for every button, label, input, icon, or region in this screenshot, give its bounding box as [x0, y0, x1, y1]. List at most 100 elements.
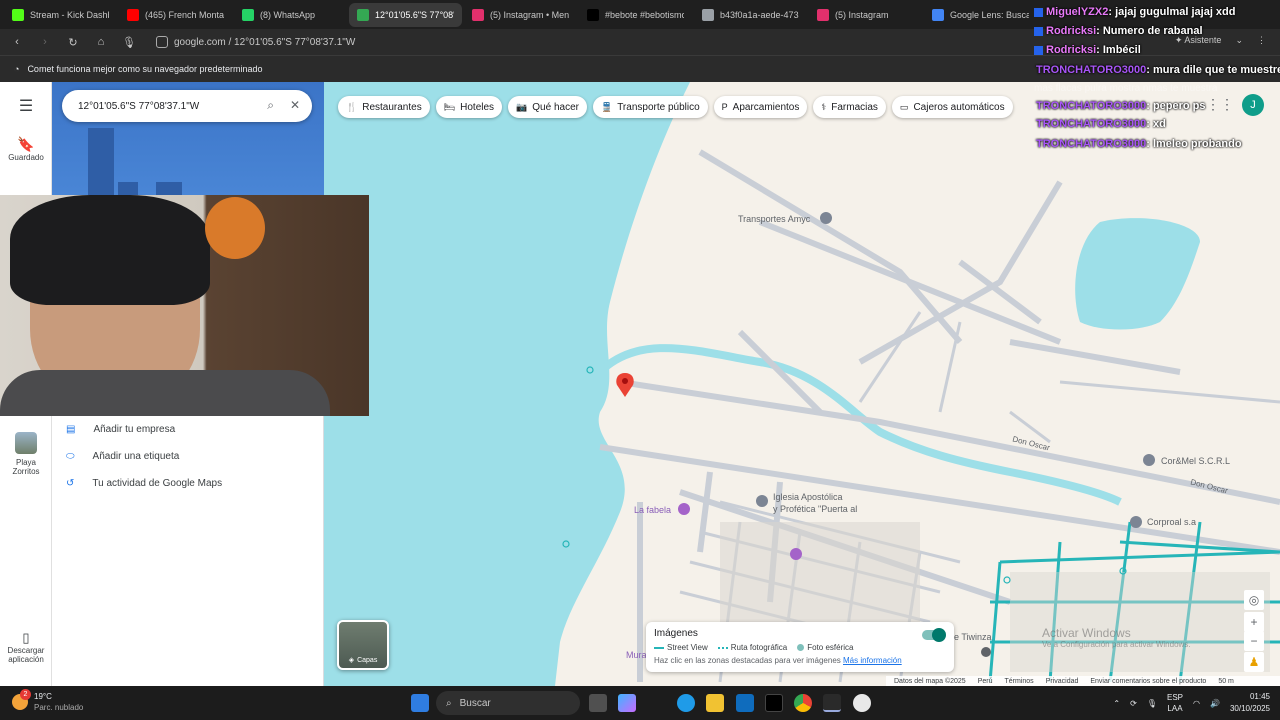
download-app-button[interactable]: ▯ Descargar aplicación — [0, 630, 52, 664]
place-iglesia-line2[interactable]: y Profética "Puerta al — [773, 504, 857, 514]
whatsapp-icon — [242, 8, 254, 21]
chevron-up-icon[interactable]: ⌃ — [1113, 699, 1120, 708]
tab-label: (5) Instagram — [835, 9, 889, 20]
browser-tab[interactable]: (465) French Montana — [119, 3, 232, 27]
menu-icon[interactable]: ☰ — [0, 96, 52, 116]
chip-label: Cajeros automáticos — [913, 101, 1005, 113]
wifi-icon[interactable]: ◠ — [1193, 699, 1200, 708]
add-business-item[interactable]: ▤ Añadir tu empresa — [66, 424, 175, 435]
chip-parking[interactable]: P Aparcamientos — [713, 96, 808, 118]
comet-icon[interactable] — [823, 694, 841, 712]
site-info-icon[interactable] — [156, 36, 168, 48]
zoom-out-button[interactable]: − — [1244, 631, 1264, 651]
chip-label: Aparcamientos — [732, 101, 800, 113]
task-view-icon[interactable] — [589, 694, 607, 712]
search-icon[interactable]: ⌕ — [267, 98, 274, 113]
clock[interactable]: 01:45 30/10/2025 — [1230, 691, 1270, 715]
chrome-icon[interactable] — [794, 694, 812, 712]
weather-widget[interactable]: 2 19°C Parc. nublado — [12, 689, 83, 713]
maps-search-box[interactable]: 12°01'05.6"S 77°08'37.1"W ⌕ ✕ — [62, 90, 312, 122]
place-tiwinza[interactable]: e Tiwinza — [954, 632, 992, 642]
person-hair — [10, 195, 210, 305]
apps-grid-icon[interactable]: ⋮⋮ — [1206, 94, 1234, 114]
chat-username: TRONCHATORO3000 — [1036, 100, 1147, 112]
footer-link[interactable]: Enviar comentarios sobre el producto — [1090, 678, 1206, 685]
chat-faded-text: mas flacas pulra mostra nmas te muestra — [1034, 83, 1218, 94]
add-business-icon: ▤ — [66, 424, 76, 435]
chat-text: : Imbécil — [1096, 44, 1141, 56]
back-icon[interactable]: ‹ — [10, 35, 24, 49]
layers-icon: ◈ — [348, 657, 355, 664]
atm-icon: ▭ — [899, 101, 909, 112]
chip-pharmacy[interactable]: ⚕ Farmacias — [813, 96, 886, 118]
infobar-text: Comet funciona mejor como su navegador p… — [27, 64, 263, 74]
chip-train[interactable]: 🚆 Transporte público — [592, 96, 708, 118]
tiktok-icon[interactable] — [765, 694, 783, 712]
browser-tab[interactable]: (5) Instagram • Mensa — [464, 3, 577, 27]
tab-label: (5) Instagram • Mensa — [490, 9, 569, 20]
outlook-icon[interactable] — [736, 694, 754, 712]
menu-chevron-icon[interactable]: ⌄ — [1235, 35, 1243, 46]
pegman-icon[interactable]: ♟ — [1244, 652, 1264, 672]
saved-button[interactable]: 🔖 Guardado — [0, 136, 52, 162]
place-transportes-amyc[interactable]: Transportes Amyc — [738, 214, 810, 224]
close-icon[interactable]: ✕ — [290, 98, 300, 112]
footer-link[interactable]: Perú — [978, 678, 993, 685]
browser-tab[interactable]: (5) Instagram — [809, 3, 922, 27]
url-field[interactable]: google.com / 12°01'05.6"S 77°08'37.1"W — [156, 36, 355, 48]
footer-link[interactable]: Privacidad — [1046, 678, 1079, 685]
chip-atm[interactable]: ▭ Cajeros automáticos — [891, 96, 1013, 118]
account-avatar[interactable]: J — [1242, 94, 1264, 116]
place-iglesia-line1[interactable]: Iglesia Apostólica — [773, 492, 843, 502]
browser-tab[interactable]: b43f0a1a-aede-473b-a — [694, 3, 807, 27]
maps-icon — [357, 8, 369, 21]
forward-icon[interactable]: › — [38, 35, 52, 49]
chip-hotel[interactable]: 🛏 Hoteles — [435, 96, 503, 118]
footer-link[interactable]: Datos del mapa ©2025 — [894, 678, 966, 685]
layers-button[interactable]: ◈ Capas — [337, 620, 389, 670]
place-la-fabela[interactable]: La fabela — [634, 505, 671, 515]
edge-icon[interactable] — [677, 694, 695, 712]
language-indicator[interactable]: ESP LAA — [1167, 692, 1183, 714]
search-input[interactable]: 12°01'05.6"S 77°08'37.1"W — [78, 101, 199, 112]
my-location-icon[interactable]: ◎ — [1244, 590, 1264, 610]
browser-tab[interactable]: (8) WhatsApp — [234, 3, 347, 27]
maps-activity-item[interactable]: ↺ Tu actividad de Google Maps — [66, 478, 222, 489]
zoom-in-button[interactable]: + — [1244, 612, 1264, 632]
legend-sphere-photo: Foto esférica — [797, 643, 854, 652]
start-icon[interactable] — [411, 694, 429, 712]
chat-message: TRONCHATORO3000: pepero ps — [1036, 100, 1206, 112]
browser-tab[interactable]: #bebote #bebotismo # — [579, 3, 692, 27]
add-label-item[interactable]: ⬭ Añadir una etiqueta — [66, 451, 179, 462]
weather-badge: 2 — [20, 689, 31, 700]
more-info-link[interactable]: Más información — [843, 656, 902, 665]
recent-playa-zorritos[interactable]: Playa Zorritos — [0, 432, 52, 476]
copilot-icon[interactable] — [618, 694, 636, 712]
footer-link[interactable]: 50 m — [1218, 678, 1234, 685]
file-explorer-icon[interactable] — [706, 694, 724, 712]
chip-restaurant[interactable]: 🍴 Restaurantes — [338, 96, 430, 118]
chat-message: Rodricksi: Numero de rabanal — [1034, 25, 1203, 37]
chat-text: : pepero ps — [1146, 100, 1206, 112]
images-toggle[interactable] — [922, 628, 946, 642]
clock-date: 30/10/2025 — [1229, 704, 1270, 713]
place-corproal[interactable]: Corproal s.a — [1147, 517, 1196, 527]
place-cormel[interactable]: Cor&Mel S.C.R.L — [1161, 456, 1230, 466]
more-icon[interactable]: ⋮ — [1257, 35, 1266, 46]
place-mura[interactable]: Mura — [626, 650, 647, 660]
browser-tab[interactable]: Stream - Kick Dashbo — [4, 3, 117, 27]
mic-icon[interactable]: 🎙 — [1147, 699, 1157, 708]
hotel-icon: 🛏 — [443, 101, 456, 112]
taskbar-search[interactable]: ⌕ Buscar — [436, 691, 580, 715]
network-icon[interactable]: ⟳ — [1130, 699, 1137, 708]
obs-icon[interactable] — [853, 694, 871, 712]
webcam-overlay — [0, 195, 369, 416]
browser-tab[interactable]: Google Lens: Busca lo — [924, 3, 1037, 27]
chip-camera[interactable]: 📷 Qué hacer — [508, 96, 587, 118]
volume-icon[interactable]: 🔊 — [1210, 699, 1220, 708]
browser-tab[interactable]: 12°01'05.6"S 77°08'37. — [349, 2, 462, 27]
reload-icon[interactable]: ↻ — [66, 35, 80, 49]
home-icon[interactable]: ⌂ — [94, 35, 108, 49]
footer-link[interactable]: Términos — [1005, 678, 1034, 685]
mic-icon[interactable]: 🎙 — [122, 35, 136, 49]
